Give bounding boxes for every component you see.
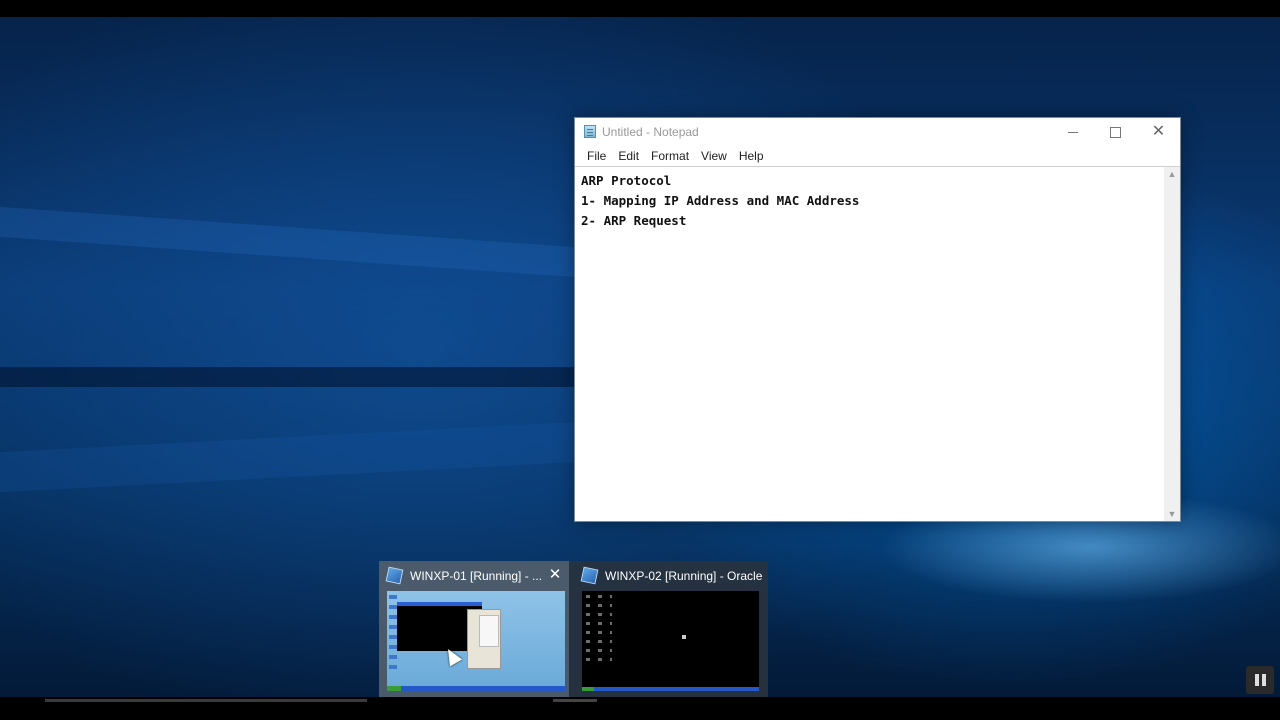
thumbnail-header: WINXP-01 [Running] - ... ✕: [379, 561, 569, 591]
cursor-dot: [682, 635, 686, 639]
window-title: Untitled - Notepad: [602, 125, 699, 139]
maximize-button[interactable]: [1094, 118, 1137, 146]
wallpaper-window-frame: [0, 367, 590, 387]
virtualbox-icon: [580, 566, 599, 585]
text-line: 2- ARP Request: [581, 213, 687, 228]
xp-taskbar: [387, 686, 565, 691]
notepad-window[interactable]: Untitled - Notepad ✕ File Edit Format Vi…: [574, 117, 1181, 522]
menu-edit[interactable]: Edit: [612, 149, 645, 163]
maximize-icon: [1110, 126, 1121, 138]
wallpaper-light-beam: [0, 421, 580, 493]
text-line: ARP Protocol: [581, 173, 672, 188]
virtualbox-icon: [385, 566, 404, 585]
scroll-down-icon[interactable]: ▼: [1164, 507, 1180, 521]
taskbar-thumbnail-popup: WINXP-01 [Running] - ... ✕ WINXP-02 [Run…: [379, 561, 768, 697]
menu-view[interactable]: View: [695, 149, 733, 163]
pause-icon: [1254, 674, 1259, 686]
xp-start-button: [387, 686, 401, 691]
pause-icon: [1261, 674, 1266, 686]
desktop-icons: [586, 595, 612, 665]
notepad-icon: [584, 125, 596, 138]
desktop-icons: [389, 595, 397, 675]
text-line: 1- Mapping IP Address and MAC Address: [581, 193, 860, 208]
minimize-icon: [1067, 131, 1078, 133]
thumbnail-header: WINXP-02 [Running] - Oracle...: [574, 561, 764, 591]
pause-button[interactable]: [1246, 666, 1274, 694]
scroll-up-icon[interactable]: ▲: [1164, 167, 1180, 181]
menu-format[interactable]: Format: [645, 149, 695, 163]
vm-preview-image: [582, 591, 759, 691]
wallpaper-light-beam: [0, 206, 575, 278]
dialog-preview: [479, 615, 499, 647]
notepad-titlebar[interactable]: Untitled - Notepad ✕: [575, 118, 1180, 146]
xp-taskbar: [582, 687, 759, 691]
vertical-scrollbar[interactable]: ▲ ▼: [1164, 167, 1180, 521]
thumbnail-title: WINXP-01 [Running] - ...: [410, 569, 543, 583]
video-progress-bar[interactable]: [45, 699, 367, 702]
menu-file[interactable]: File: [581, 149, 612, 163]
vm-preview-image: [387, 591, 565, 691]
close-icon: ✕: [1151, 123, 1166, 140]
minimize-button[interactable]: [1051, 118, 1094, 146]
close-icon[interactable]: ✕: [547, 567, 563, 583]
thumbnail-title: WINXP-02 [Running] - Oracle...: [605, 569, 763, 583]
thumbnail-winxp-02[interactable]: WINXP-02 [Running] - Oracle...: [574, 561, 764, 697]
xp-start-button: [582, 687, 594, 691]
menu-bar: File Edit Format View Help: [575, 146, 1180, 167]
video-progress-marker[interactable]: [553, 699, 597, 702]
close-button[interactable]: ✕: [1137, 118, 1180, 146]
menu-help[interactable]: Help: [733, 149, 770, 163]
text-editor[interactable]: ARP Protocol 1- Mapping IP Address and M…: [575, 167, 1164, 521]
thumbnail-winxp-01[interactable]: WINXP-01 [Running] - ... ✕: [379, 561, 569, 697]
